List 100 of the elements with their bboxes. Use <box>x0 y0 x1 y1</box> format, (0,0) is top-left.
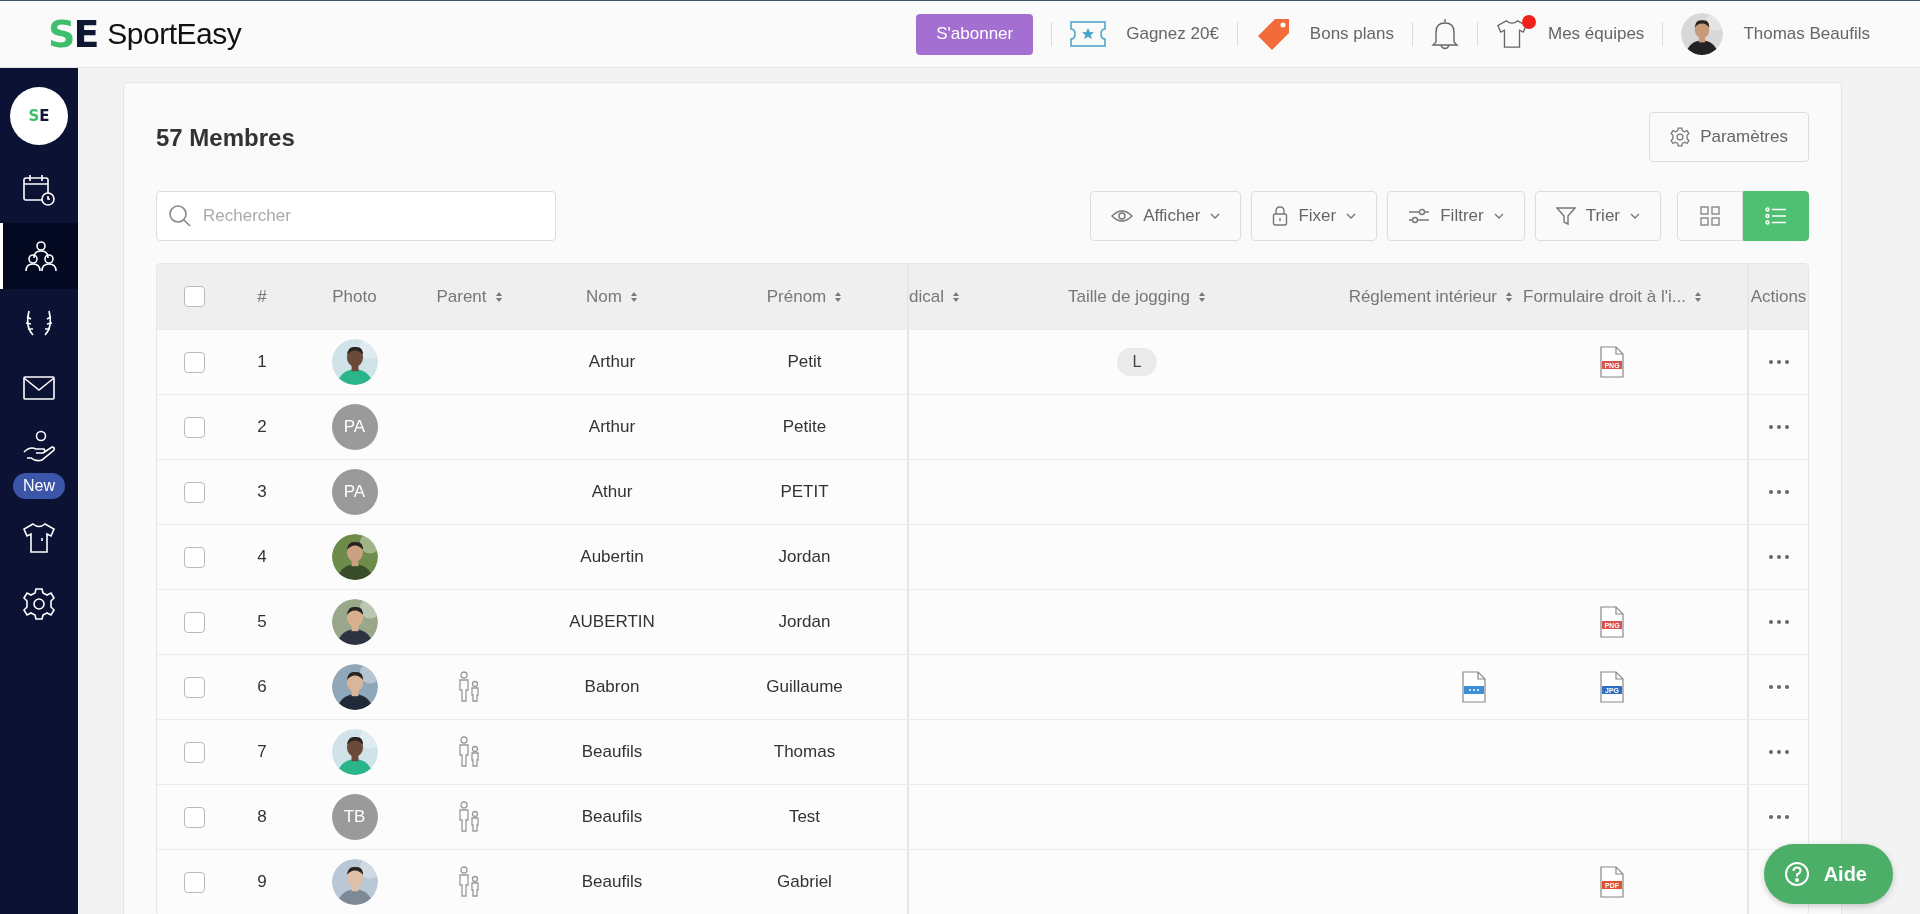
logo-mark[interactable]: SE <box>48 15 98 53</box>
toolbar-button[interactable]: Afficher <box>1090 191 1242 241</box>
avatar: TB <box>331 794 378 840</box>
bell-icon[interactable] <box>1431 18 1459 50</box>
table-cell: 1 <box>257 352 267 372</box>
table-cell: Beaufils <box>581 872 643 892</box>
checkbox[interactable] <box>184 546 205 568</box>
document-icon[interactable] <box>1461 671 1487 703</box>
checkbox[interactable] <box>184 741 205 763</box>
caret-icon <box>1493 213 1504 219</box>
eye-icon <box>1111 209 1134 223</box>
shirt-icon <box>22 521 56 555</box>
table-cell: Aubertin <box>580 547 644 567</box>
more-icon[interactable] <box>1767 424 1790 430</box>
lock-icon <box>1272 206 1289 226</box>
table-cell: Jordan <box>778 612 831 632</box>
avatar: PA <box>331 469 378 515</box>
nav-link[interactable]: Mes équipes <box>1548 24 1645 44</box>
members-icon <box>23 239 58 273</box>
table-cell: Thomas <box>773 742 836 762</box>
checkbox[interactable] <box>184 871 205 893</box>
toolbar-button[interactable]: Trier <box>1534 191 1661 241</box>
table-cell: 9 <box>257 872 267 892</box>
toolbar-button[interactable]: Filtrer <box>1387 191 1525 241</box>
column-header[interactable]: Formulaire droit à l'i... <box>1523 286 1686 307</box>
search-field[interactable]: Rechercher <box>156 191 556 241</box>
column-header[interactable]: Nom <box>586 286 622 307</box>
checkbox[interactable] <box>184 351 205 373</box>
user-name[interactable]: Thomas Beaufils <box>1743 24 1870 44</box>
avatar: PA <box>331 404 378 450</box>
table-cell: PETIT <box>780 482 829 502</box>
help-button[interactable]: Aide <box>1763 844 1893 904</box>
more-icon[interactable] <box>1767 554 1790 560</box>
table-cell: AUBERTIN <box>569 612 655 632</box>
table-cell: Petite <box>782 417 827 437</box>
settings-icon <box>1670 127 1691 147</box>
column-header: Photo <box>332 286 377 307</box>
more-icon[interactable] <box>1767 619 1790 625</box>
settings-icon <box>22 587 56 621</box>
table-cell: Beaufils <box>581 742 643 762</box>
table-cell: Arthur <box>588 417 636 437</box>
nav-link[interactable]: Gagnez 20€ <box>1126 24 1219 44</box>
app-name: SportEasy <box>107 17 242 51</box>
column-header: Actions <box>1750 286 1807 307</box>
column-header[interactable]: Taille de jogging <box>1068 286 1190 307</box>
table-cell: 8 <box>257 807 267 827</box>
sort-icon[interactable] <box>1693 290 1702 303</box>
more-icon[interactable] <box>1767 684 1790 690</box>
nav-link[interactable]: Bons plans <box>1309 24 1394 44</box>
page-title: 57 Membres <box>156 124 295 152</box>
subscribe-button[interactable]: S'abonner <box>916 13 1034 55</box>
funnel-icon <box>1555 206 1576 226</box>
column-header[interactable]: Réglement intérieur <box>1348 286 1497 307</box>
checkbox[interactable] <box>184 416 205 438</box>
table-cell: Gabriel <box>777 872 832 892</box>
sort-icon[interactable] <box>629 290 638 303</box>
table-cell: 3 <box>257 482 267 502</box>
size-chip: L <box>1117 348 1157 376</box>
toolbar-button[interactable]: Fixer <box>1251 191 1378 241</box>
help-icon <box>1783 861 1810 887</box>
sort-icon[interactable] <box>494 290 503 303</box>
list-icon <box>1765 207 1787 225</box>
more-icon[interactable] <box>1767 489 1790 495</box>
sort-icon[interactable] <box>834 290 843 303</box>
table-cell: 4 <box>257 547 267 567</box>
team-logo[interactable]: SE <box>10 87 68 145</box>
table-cell: Athur <box>591 482 633 502</box>
new-badge: New <box>13 473 65 499</box>
caret-icon <box>1630 213 1640 219</box>
table-cell: 5 <box>257 612 267 632</box>
table-cell: 7 <box>257 742 267 762</box>
settings-button[interactable]: Paramètres <box>1649 112 1809 162</box>
sort-icon[interactable] <box>1197 290 1206 303</box>
more-icon[interactable] <box>1767 814 1790 820</box>
checkbox[interactable] <box>184 676 205 698</box>
table-cell: Jordan <box>778 547 831 567</box>
table-cell: 2 <box>257 417 267 437</box>
ticket-icon[interactable] <box>1070 20 1107 48</box>
checkbox[interactable] <box>184 481 205 503</box>
shirt-icon[interactable] <box>1496 18 1528 50</box>
column-header[interactable]: Parent <box>436 286 487 307</box>
sort-icon[interactable] <box>1505 290 1513 303</box>
column-header[interactable]: dical <box>909 286 944 307</box>
more-icon[interactable] <box>1767 749 1790 755</box>
checkbox[interactable] <box>184 286 205 307</box>
sliders-icon <box>1408 208 1431 224</box>
table-cell: Babron <box>584 677 640 697</box>
table-cell: Beaufils <box>581 807 643 827</box>
checkbox[interactable] <box>184 806 205 828</box>
view-toggle[interactable] <box>1743 191 1809 241</box>
table-cell: 6 <box>257 677 267 697</box>
sort-icon[interactable] <box>951 290 960 303</box>
notification-dot <box>1522 15 1536 29</box>
more-icon[interactable] <box>1767 359 1790 365</box>
checkbox[interactable] <box>184 611 205 633</box>
caret-icon <box>1210 213 1221 219</box>
calendar-icon <box>22 173 56 207</box>
column-header[interactable]: Prénom <box>766 286 827 307</box>
table-cell: Guillaume <box>766 677 843 697</box>
column-header: # <box>257 286 267 307</box>
